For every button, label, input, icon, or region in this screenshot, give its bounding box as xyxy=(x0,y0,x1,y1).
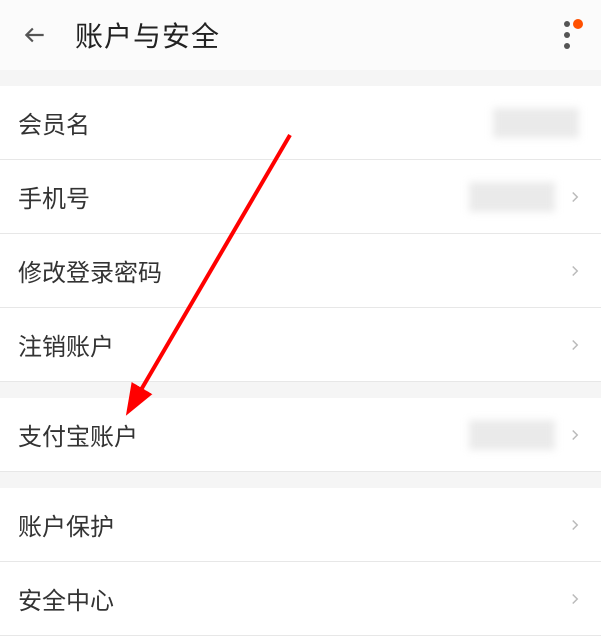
section-gap xyxy=(0,472,601,488)
chevron-right-icon xyxy=(563,513,587,537)
row-label: 修改登录密码 xyxy=(18,253,563,288)
row-phone-number[interactable]: 手机号 xyxy=(0,160,601,234)
row-value-masked xyxy=(469,182,555,212)
row-account-protection[interactable]: 账户保护 xyxy=(0,488,601,562)
chevron-right-icon xyxy=(563,259,587,283)
chevron-right-icon xyxy=(563,587,587,611)
row-label: 注销账户 xyxy=(18,327,563,362)
chevron-right-icon xyxy=(563,185,587,209)
back-arrow-icon xyxy=(22,22,48,48)
more-button[interactable] xyxy=(547,15,587,55)
row-label: 账户保护 xyxy=(18,507,563,542)
row-label: 手机号 xyxy=(18,179,469,214)
row-change-password[interactable]: 修改登录密码 xyxy=(0,234,601,308)
row-label: 会员名 xyxy=(18,105,493,140)
row-member-name[interactable]: 会员名 xyxy=(0,86,601,160)
back-button[interactable] xyxy=(10,10,60,60)
notification-dot-icon xyxy=(573,19,583,29)
row-alipay-account[interactable]: 支付宝账户 xyxy=(0,398,601,472)
row-label: 支付宝账户 xyxy=(18,417,469,452)
chevron-right-icon xyxy=(563,333,587,357)
section-gap xyxy=(0,382,601,398)
header-bar: 账户与安全 xyxy=(0,0,601,70)
row-deactivate-account[interactable]: 注销账户 xyxy=(0,308,601,382)
section-gap xyxy=(0,70,601,86)
row-label: 安全中心 xyxy=(18,581,563,616)
page-title: 账户与安全 xyxy=(75,15,220,55)
more-vertical-icon xyxy=(564,21,570,49)
row-value-masked xyxy=(469,420,555,450)
row-value-masked xyxy=(493,108,579,138)
chevron-right-icon xyxy=(563,423,587,447)
row-security-center[interactable]: 安全中心 xyxy=(0,562,601,636)
